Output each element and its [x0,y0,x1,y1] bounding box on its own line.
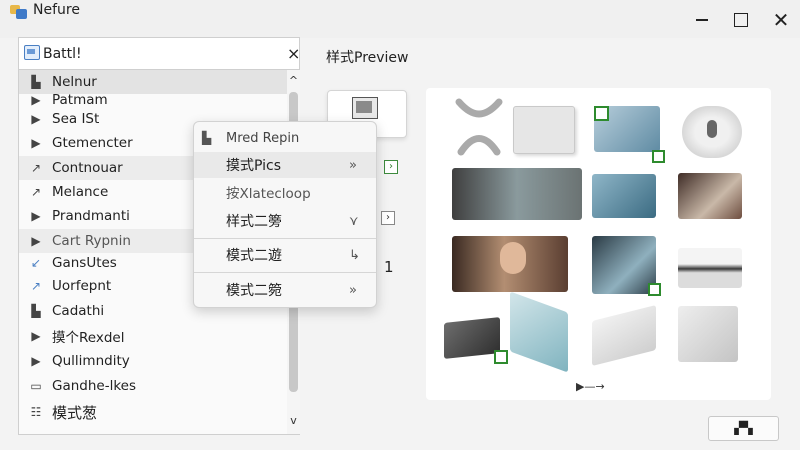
list-item-label: Uorfepnt [52,278,112,294]
menu-item[interactable]: ▙ Mred Repin [194,126,376,150]
gallery-thumbnail[interactable] [682,106,742,158]
list-item[interactable]: ☷ 模式葱 [19,400,287,424]
item-icon: ▙ [31,75,41,89]
checkbox-icon[interactable] [648,283,661,296]
list-item-label: Qullimndity [52,353,130,369]
menu-item-label: 摸式Pics [226,158,282,174]
arrow-icon: ↗ [30,185,42,199]
gallery-thumbnail[interactable] [513,106,575,154]
gallery-thumbnail-selected[interactable] [594,106,660,152]
gallery-thumbnail[interactable] [678,306,738,362]
gallery-thumbnail[interactable] [678,248,742,288]
item-icon: ▭ [30,379,42,393]
expand-icon[interactable]: ▶ [25,112,47,126]
expand-arrow-button[interactable]: › [384,160,398,174]
expand-icon[interactable]: ▶ [25,93,47,107]
list-item-label: 模式葱 [52,403,98,422]
chevron-up-icon[interactable]: ^ [287,74,300,87]
expand-icon[interactable]: ▶ [25,329,47,343]
menu-item-label: 按Xlatecloop [226,186,311,202]
checkbox-icon[interactable] [652,150,665,163]
item-icon: ▙ [31,304,41,318]
menu-separator [194,238,376,239]
context-menu: ▙ Mred Repin 摸式Pics » 按Xlatecloop 样式二篣 ⋎… [193,121,377,308]
gallery-thumbnail[interactable] [510,291,568,373]
expand-icon[interactable]: ▶ [25,136,47,150]
gallery-thumbnail[interactable] [453,98,505,156]
list-item[interactable]: ▶ Qullimndity [19,349,287,373]
list-item-label: Gandhe-lkes [52,378,137,394]
menu-item-label: Mred Repin [226,130,300,146]
gallery-thumbnail[interactable] [592,236,656,294]
arrow-icon: ↗ [30,161,42,175]
gallery-thumbnail[interactable] [452,236,568,292]
clear-search-icon[interactable]: × [287,44,300,63]
menu-item[interactable]: 按Xlatecloop [194,180,376,204]
checkbox-icon[interactable] [494,350,508,364]
search-box: × [19,38,300,70]
image-gallery: ▶—→ [426,88,771,400]
submenu-arrow-icon: ↳ [349,247,360,263]
page-number: 1 [384,258,394,276]
menu-item-label: 模式二箢 [226,283,282,299]
grid-icon: ☷ [30,405,42,419]
menu-item[interactable]: 摸式Pics » [194,152,376,178]
title-bar: Nefure ✕ [0,0,800,38]
list-item-label: Prandmanti [52,208,130,224]
list-item-label: 摸个Rexdel [52,330,125,346]
submenu-arrow-icon: » [349,157,357,173]
chevron-down-icon[interactable]: v [287,414,300,427]
search-icon [24,45,40,60]
app-icon [10,3,28,19]
menu-item[interactable]: 模式二箢 » [194,277,376,303]
gallery-thumbnail[interactable] [592,174,656,218]
menu-item[interactable]: 模式二遊 ↳ [194,242,376,268]
list-item-label: Sea ISt [52,111,100,127]
list-item[interactable]: ▶ 摸个Rexdel [19,324,287,348]
window-title: Nefure [33,2,80,18]
list-item[interactable]: ▭ Gandhe-lkes [19,374,287,398]
preview-title: 样式Preview [326,50,409,66]
list-item-label: Gtemencter [52,135,133,151]
list-item-label: GansUtes [52,255,117,271]
menu-separator [194,272,376,273]
list-item-label: Patmam [52,92,108,108]
arrow-icon: ↙ [30,256,42,270]
list-item-label: Melance [52,184,109,200]
submenu-arrow-icon: ⋎ [349,213,359,229]
expand-icon[interactable]: ▶ [25,354,47,368]
expand-icon[interactable]: ▶ [25,209,47,223]
list-item-label: Cart Rypnin [52,233,131,249]
arrow-icon: ↗ [30,279,42,293]
corner-action-button[interactable]: ▞▚ [708,416,779,441]
preview-thumbnail-icon [352,97,378,119]
close-button[interactable]: ✕ [766,8,796,32]
gallery-thumbnail[interactable] [452,168,582,220]
gallery-thumbnail[interactable] [678,173,742,219]
gallery-thumbnail[interactable] [592,305,656,366]
maximize-button[interactable] [726,8,756,32]
next-page-arrow-icon[interactable]: ▶—→ [576,380,605,393]
next-arrow-button[interactable]: › [381,211,395,225]
menu-item-label: 模式二遊 [226,248,282,264]
document-icon: ▙ [202,131,212,145]
submenu-arrow-icon: » [349,282,357,298]
gallery-thumbnail[interactable] [444,317,500,359]
menu-item[interactable]: 样式二篣 ⋎ [194,208,376,234]
minimize-button[interactable] [687,8,717,32]
list-item-label: Cadathi [52,303,105,319]
menu-item-label: 样式二篣 [226,214,282,230]
search-input[interactable] [43,43,273,65]
list-item-label: Contnouar [52,160,123,176]
expand-icon[interactable]: ▶ [25,234,47,248]
